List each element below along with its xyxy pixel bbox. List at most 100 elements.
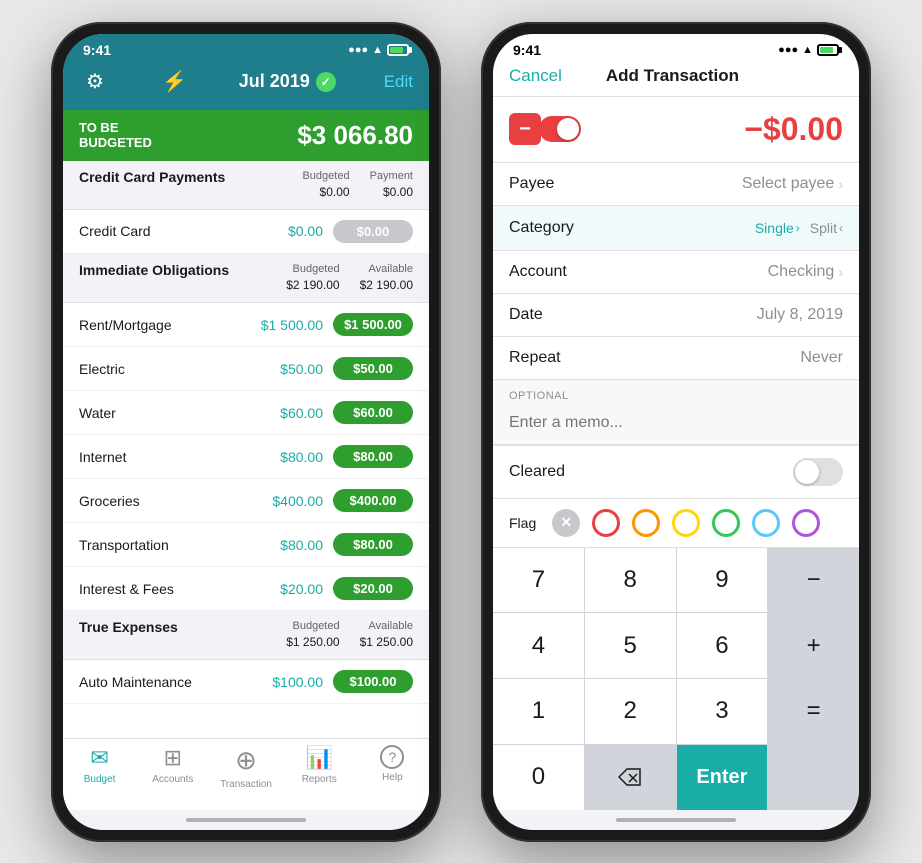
flag-teal-button[interactable] (752, 509, 780, 537)
backspace-button[interactable] (585, 745, 676, 810)
tbb-amount: $3 066.80 (297, 120, 413, 151)
key-5[interactable]: 5 (585, 613, 676, 678)
payment-value: $0.00 (370, 184, 413, 201)
cleared-toggle[interactable] (793, 458, 843, 486)
key-3[interactable]: 3 (677, 679, 768, 744)
category-row[interactable]: Category Single › Split ‹ (493, 206, 859, 251)
add-transaction-nav: Cancel Add Transaction (493, 58, 859, 97)
group-header-credit-card[interactable]: Credit Card Payments Budgeted $0.00 Paym… (63, 161, 429, 210)
chevron-right-category-icon: › (796, 221, 800, 235)
flag-purple-button[interactable] (792, 509, 820, 537)
flag-row: Flag ✕ (493, 499, 859, 548)
available-label-imm: Available (360, 262, 413, 277)
key-minus[interactable]: − (768, 548, 859, 613)
chevron-right-icon: › (838, 176, 843, 192)
table-row[interactable]: Electric $50.00 $50.00 (63, 347, 429, 391)
flag-none-button[interactable]: ✕ (552, 509, 580, 537)
row-budgeted: $50.00 (280, 361, 323, 377)
sign-toggle[interactable]: − (509, 113, 581, 145)
lightning-button[interactable]: ⚡ (159, 66, 191, 98)
row-amounts: $60.00 $60.00 (280, 401, 413, 424)
cancel-button[interactable]: Cancel (509, 66, 562, 86)
gear-button[interactable]: ⚙ (79, 66, 111, 98)
category-single-label: Single (755, 220, 794, 236)
tab-reports[interactable]: 📊 Reports (283, 745, 356, 790)
enter-button[interactable]: Enter (677, 745, 768, 810)
row-budgeted: $20.00 (280, 581, 323, 597)
row-amounts: $1 500.00 $1 500.00 (261, 313, 413, 336)
key-2[interactable]: 2 (585, 679, 676, 744)
payee-row[interactable]: Payee Select payee › (493, 163, 859, 206)
status-icons-right: ●●● ▲ (778, 44, 839, 56)
edit-button[interactable]: Edit (384, 72, 413, 92)
table-row[interactable]: Rent/Mortgage $1 500.00 $1 500.00 (63, 303, 429, 347)
key-8[interactable]: 8 (585, 548, 676, 613)
tab-help[interactable]: ? Help (356, 745, 429, 790)
table-row[interactable]: Interest & Fees $20.00 $20.00 (63, 567, 429, 611)
minus-icon: − (519, 118, 531, 141)
category-single[interactable]: Single › (747, 218, 808, 238)
flag-red-button[interactable] (592, 509, 620, 537)
key-0[interactable]: 0 (493, 745, 584, 810)
help-icon: ? (380, 745, 404, 769)
transaction-icon: ⊕ (235, 745, 257, 776)
date-row[interactable]: Date July 8, 2019 (493, 294, 859, 337)
toggle-track[interactable] (539, 116, 581, 142)
table-row[interactable]: Credit Card $0.00 $0.00 (63, 210, 429, 254)
key-4[interactable]: 4 (493, 613, 584, 678)
group-title-credit-card: Credit Card Payments (79, 169, 225, 201)
budgeted-value-imm: $2 190.00 (286, 277, 339, 294)
accounts-icon: ⊞ (164, 745, 182, 771)
cleared-row: Cleared (493, 445, 859, 499)
table-row[interactable]: Internet $80.00 $80.00 (63, 435, 429, 479)
battery-icon (387, 44, 409, 56)
group-header-true-expenses[interactable]: True Expenses Budgeted $1 250.00 Availab… (63, 611, 429, 660)
wifi-icon: ▲ (372, 44, 383, 56)
category-split[interactable]: Split ‹ (810, 220, 843, 236)
home-indicator (63, 810, 429, 830)
key-equals[interactable]: = (768, 679, 859, 744)
minus-button[interactable]: − (509, 113, 541, 145)
key-7[interactable]: 7 (493, 548, 584, 613)
status-bar-right: 9:41 ●●● ▲ (493, 34, 859, 58)
flag-green-button[interactable] (712, 509, 740, 537)
home-indicator-right (493, 810, 859, 830)
table-row[interactable]: Auto Maintenance $100.00 $100.00 (63, 660, 429, 704)
account-row[interactable]: Account Checking › (493, 251, 859, 294)
group-meta-true-expenses: Budgeted $1 250.00 Available $1 250.00 (286, 619, 413, 651)
repeat-label: Repeat (509, 349, 561, 367)
budgeted-value-te: $1 250.00 (286, 634, 339, 651)
flag-orange-button[interactable] (632, 509, 660, 537)
tab-budget[interactable]: ✉ Budget (63, 745, 136, 790)
gear-icon: ⚙ (86, 69, 104, 94)
optional-label: OPTIONAL (509, 390, 569, 402)
payee-value: Select payee › (742, 175, 843, 193)
repeat-row[interactable]: Repeat Never (493, 337, 859, 380)
row-budgeted: $1 500.00 (261, 317, 323, 333)
row-available: $400.00 (333, 489, 413, 512)
flag-yellow-button[interactable] (672, 509, 700, 537)
row-budgeted: $0.00 (288, 223, 323, 239)
table-row[interactable]: Water $60.00 $60.00 (63, 391, 429, 435)
to-be-budgeted-bar[interactable]: TO BEBUDGETED $3 066.80 (63, 110, 429, 161)
group-header-immediate[interactable]: Immediate Obligations Budgeted $2 190.00… (63, 254, 429, 303)
key-9[interactable]: 9 (677, 548, 768, 613)
group-budgeted-col-te: Budgeted $1 250.00 (286, 619, 339, 651)
key-plus[interactable]: + (768, 613, 859, 678)
group-meta-credit-card: Budgeted $0.00 Payment $0.00 (302, 169, 413, 201)
key-1[interactable]: 1 (493, 679, 584, 744)
memo-input[interactable] (493, 406, 859, 445)
row-amounts: $80.00 $80.00 (280, 445, 413, 468)
payee-label: Payee (509, 175, 554, 193)
flag-label: Flag (509, 515, 536, 531)
budget-header: ⚙ ⚡ Jul 2019 ✓ Edit (63, 58, 429, 110)
tab-transaction[interactable]: ⊕ Transaction (209, 745, 282, 790)
table-row[interactable]: Groceries $400.00 $400.00 (63, 479, 429, 523)
amount-section: − −$0.00 (493, 97, 859, 163)
row-name: Internet (79, 449, 126, 465)
key-6[interactable]: 6 (677, 613, 768, 678)
table-row[interactable]: Transportation $80.00 $80.00 (63, 523, 429, 567)
row-amounts: $400.00 $400.00 (272, 489, 413, 512)
tab-accounts[interactable]: ⊞ Accounts (136, 745, 209, 790)
budget-month[interactable]: Jul 2019 ✓ (239, 71, 336, 92)
